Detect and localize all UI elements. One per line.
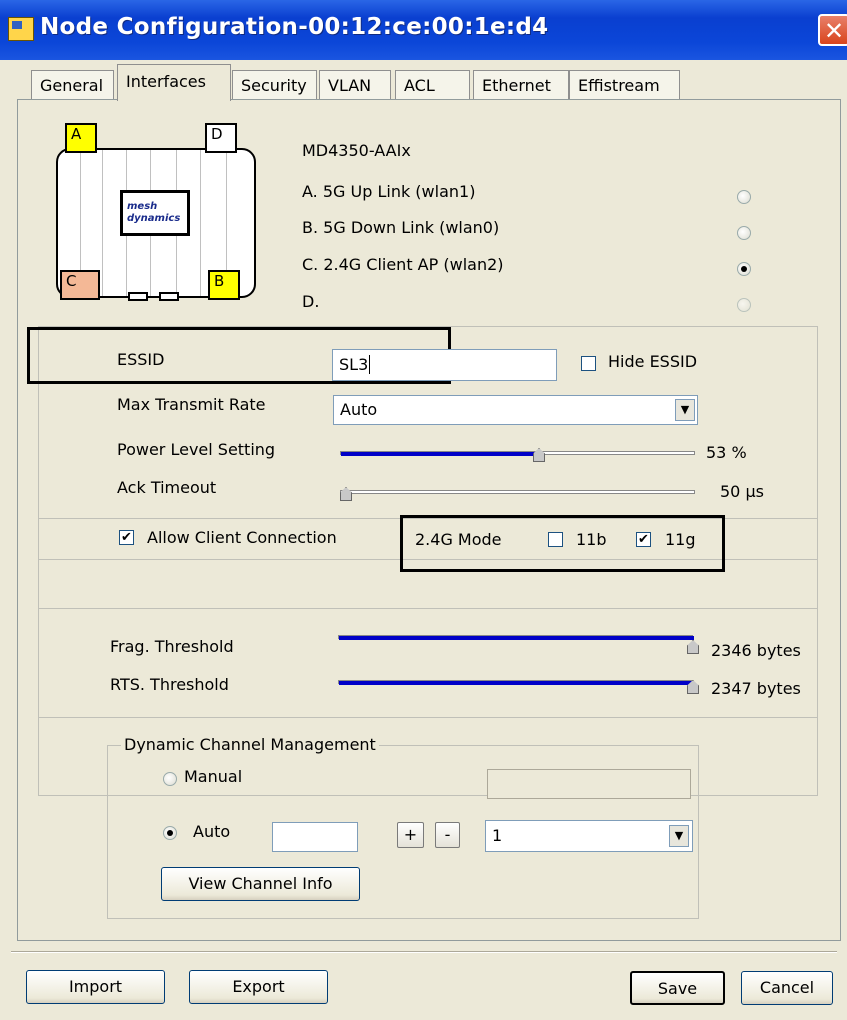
mode-11b-label: 11b (576, 530, 607, 549)
device-port-a: A (65, 123, 97, 153)
chevron-down-icon[interactable]: ▼ (675, 399, 695, 421)
frag-threshold-value: 2346 bytes (711, 641, 801, 660)
interface-radio-d[interactable] (737, 298, 751, 312)
device-model: MD4350-AAIx (302, 141, 411, 160)
ack-timeout-slider[interactable] (340, 490, 695, 494)
channel-value: 1 (492, 826, 503, 845)
rts-threshold-value: 2347 bytes (711, 679, 801, 698)
max-rate-select[interactable]: Auto (333, 395, 698, 425)
window-title: Node Configuration-00:12:ce:00:1e:d4 (40, 14, 549, 40)
app-icon (8, 17, 34, 41)
power-level-slider[interactable] (340, 451, 695, 456)
max-rate-label: Max Transmit Rate (117, 395, 266, 414)
power-level-value: 53 % (706, 443, 747, 462)
hide-essid-checkbox[interactable] (581, 356, 596, 371)
essid-input[interactable]: SL3 (332, 349, 557, 381)
channel-select[interactable]: 1 (485, 820, 693, 852)
export-button[interactable]: Export (189, 970, 328, 1004)
essid-label: ESSID (117, 350, 165, 369)
dcm-manual-input[interactable] (487, 769, 691, 799)
max-rate-value: Auto (340, 400, 378, 419)
tab-ethernet[interactable]: Ethernet (473, 70, 569, 99)
close-button[interactable]: ✕ (818, 14, 847, 46)
allow-client-label: Allow Client Connection (147, 528, 337, 547)
allow-client-checkbox[interactable]: ✔ (119, 530, 134, 545)
vendor-logo: mesh dynamics (120, 190, 190, 236)
frag-threshold-label: Frag. Threshold (110, 637, 234, 656)
logo-text: mesh (127, 201, 158, 212)
divider (11, 952, 837, 953)
tab-general[interactable]: General (31, 70, 114, 99)
power-level-label: Power Level Setting (117, 440, 276, 459)
device-stripe (200, 150, 201, 296)
threshold-groupbox (38, 608, 818, 718)
channel-increment-button[interactable]: + (397, 822, 424, 848)
ack-timeout-value: 50 µs (720, 482, 764, 501)
mode-11b-checkbox[interactable] (548, 532, 563, 547)
tab-security[interactable]: Security (232, 70, 317, 99)
mode-11g-label: 11g (665, 530, 696, 549)
tab-acl[interactable]: ACL (395, 70, 470, 99)
interface-radio-c[interactable] (737, 262, 751, 276)
import-button[interactable]: Import (26, 970, 165, 1004)
device-foot (128, 292, 148, 301)
text-cursor (369, 355, 371, 374)
cancel-button[interactable]: Cancel (741, 971, 833, 1005)
device-port-c: C (60, 270, 100, 300)
tab-effistream[interactable]: Effistream (569, 70, 680, 99)
power-level-fill (341, 452, 540, 456)
mode-11g-checkbox[interactable]: ✔ (636, 532, 651, 547)
interface-label-a: A. 5G Up Link (wlan1) (302, 182, 476, 201)
device-stripe (102, 150, 103, 296)
essid-value: SL3 (339, 355, 369, 374)
interface-label-d: D. (302, 292, 320, 311)
dcm-manual-label: Manual (184, 767, 243, 786)
tab-vlan[interactable]: VLAN (319, 70, 391, 99)
view-channel-info-button[interactable]: View Channel Info (161, 867, 360, 901)
hide-essid-label: Hide ESSID (608, 352, 698, 371)
tab-interfaces[interactable]: Interfaces (117, 64, 231, 101)
device-port-b: B (208, 270, 240, 300)
dcm-legend: Dynamic Channel Management (121, 735, 379, 754)
dcm-auto-label: Auto (193, 822, 231, 841)
rts-threshold-slider[interactable] (338, 680, 694, 685)
device-foot (159, 292, 179, 301)
dcm-auto-input[interactable] (272, 822, 358, 852)
frag-threshold-fill (339, 636, 694, 640)
channel-decrement-button[interactable]: - (435, 822, 460, 848)
interface-label-b: B. 5G Down Link (wlan0) (302, 218, 500, 237)
dcm-auto-radio[interactable] (163, 826, 177, 840)
device-port-d: D (205, 123, 237, 153)
dcm-manual-radio[interactable] (163, 772, 177, 786)
frag-threshold-slider[interactable] (338, 635, 694, 640)
mode-label: 2.4G Mode (415, 530, 502, 549)
chevron-down-icon[interactable]: ▼ (669, 825, 689, 847)
rts-threshold-label: RTS. Threshold (110, 675, 229, 694)
interface-radio-b[interactable] (737, 226, 751, 240)
rts-threshold-fill (339, 681, 694, 685)
interface-radio-a[interactable] (737, 190, 751, 204)
save-button[interactable]: Save (630, 971, 725, 1005)
ack-timeout-label: Ack Timeout (117, 478, 217, 497)
logo-text: dynamics (127, 213, 181, 224)
interface-label-c: C. 2.4G Client AP (wlan2) (302, 255, 504, 274)
